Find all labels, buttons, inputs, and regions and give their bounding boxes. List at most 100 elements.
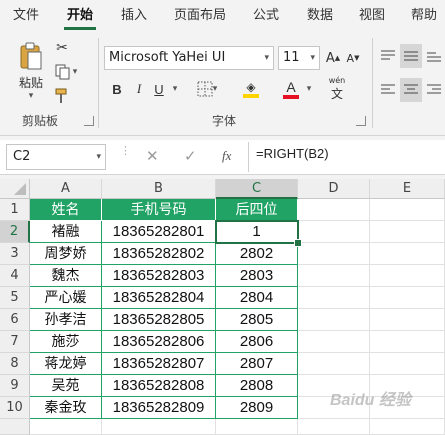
cell-d2[interactable] xyxy=(298,221,370,243)
name-box[interactable]: C2 ▾ xyxy=(6,144,106,170)
cancel-icon[interactable]: ✕ xyxy=(146,147,159,165)
table-cell[interactable]: 周梦娇 xyxy=(30,243,102,265)
table-cell[interactable]: 18365282804 xyxy=(102,287,216,309)
table-cell[interactable]: 2803 xyxy=(216,265,298,287)
chevron-down-icon[interactable]: ▾ xyxy=(170,78,180,100)
tab-page-layout[interactable]: 页面布局 xyxy=(164,0,236,32)
table-cell[interactable]: 18365282806 xyxy=(102,331,216,353)
increase-font-icon[interactable]: A ▲ xyxy=(324,46,342,70)
row-header-7[interactable]: 7 xyxy=(0,331,30,353)
cell-e4[interactable] xyxy=(370,265,445,287)
copy-icon[interactable]: ▾ xyxy=(52,62,80,82)
table-cell[interactable]: 18365282805 xyxy=(102,309,216,331)
row-header-4[interactable]: 4 xyxy=(0,265,30,287)
header-cell-name[interactable]: 姓名 xyxy=(30,199,102,221)
table-cell[interactable]: 18365282802 xyxy=(102,243,216,265)
cell-e6[interactable] xyxy=(370,309,445,331)
select-all-corner[interactable] xyxy=(0,179,30,199)
table-cell[interactable]: 施莎 xyxy=(30,331,102,353)
underline-button[interactable]: U xyxy=(150,78,168,100)
align-top-icon[interactable] xyxy=(378,46,398,66)
cell-e7[interactable] xyxy=(370,331,445,353)
fill-handle[interactable] xyxy=(294,239,302,247)
column-header-e[interactable]: E xyxy=(370,179,445,199)
column-header-a[interactable]: A xyxy=(30,179,102,199)
tab-file[interactable]: 文件 xyxy=(4,0,48,32)
table-cell[interactable]: 吴苑 xyxy=(30,375,102,397)
column-header-c[interactable]: C xyxy=(216,179,298,199)
enter-icon[interactable]: ✓ xyxy=(184,147,197,165)
cell-a11[interactable] xyxy=(30,419,102,435)
paste-button[interactable]: 粘贴 ▾ xyxy=(14,40,48,102)
row-header-6[interactable]: 6 xyxy=(0,309,30,331)
table-cell[interactable]: 秦金玫 xyxy=(30,397,102,419)
italic-button[interactable]: I xyxy=(130,78,148,100)
table-cell[interactable]: 2809 xyxy=(216,397,298,419)
row-header-10[interactable]: 10 xyxy=(0,397,30,419)
cell-d3[interactable] xyxy=(298,243,370,265)
row-header-11[interactable] xyxy=(0,419,30,435)
font-color-icon[interactable]: A xyxy=(280,76,302,102)
align-bottom-icon[interactable] xyxy=(424,46,444,66)
font-name-select[interactable]: Microsoft YaHei UI ▾ xyxy=(104,46,274,70)
chevron-down-icon[interactable]: ▾ xyxy=(304,78,314,100)
table-cell[interactable]: 魏杰 xyxy=(30,265,102,287)
tab-insert[interactable]: 插入 xyxy=(112,0,156,32)
align-left-icon[interactable] xyxy=(378,80,398,100)
table-cell[interactable]: 18365282801 xyxy=(102,221,216,243)
table-cell[interactable]: 18365282808 xyxy=(102,375,216,397)
insert-function-icon[interactable]: fx xyxy=(222,148,231,164)
cell-b11[interactable] xyxy=(102,419,216,435)
tab-view[interactable]: 视图 xyxy=(350,0,394,32)
formula-input[interactable]: =RIGHT(B2) xyxy=(256,146,329,161)
phonetic-icon[interactable]: wén 文 xyxy=(324,76,350,102)
borders-icon[interactable]: ▾ xyxy=(194,78,220,100)
row-header-9[interactable]: 9 xyxy=(0,375,30,397)
clipboard-launcher-icon[interactable] xyxy=(84,116,94,126)
tab-help[interactable]: 帮助 xyxy=(402,0,445,32)
row-header-8[interactable]: 8 xyxy=(0,353,30,375)
header-cell-last-four[interactable]: 后四位 xyxy=(216,199,298,221)
align-center-icon[interactable] xyxy=(400,78,422,102)
table-cell[interactable]: 2802 xyxy=(216,243,298,265)
row-header-1[interactable]: 1 xyxy=(0,199,30,221)
font-launcher-icon[interactable] xyxy=(356,116,366,126)
tab-home[interactable]: 开始 xyxy=(58,0,102,32)
cell-d7[interactable] xyxy=(298,331,370,353)
cell-e3[interactable] xyxy=(370,243,445,265)
align-middle-icon[interactable] xyxy=(400,44,422,68)
cell-c11[interactable] xyxy=(216,419,298,435)
cell-d5[interactable] xyxy=(298,287,370,309)
cell-d8[interactable] xyxy=(298,353,370,375)
cell-e1[interactable] xyxy=(370,199,445,221)
bold-button[interactable]: B xyxy=(108,78,126,100)
format-painter-icon[interactable] xyxy=(52,86,72,106)
tab-formulas[interactable]: 公式 xyxy=(244,0,288,32)
table-cell[interactable]: 褚融 xyxy=(30,221,102,243)
cell-d6[interactable] xyxy=(298,309,370,331)
fill-color-icon[interactable]: ◈ xyxy=(238,76,264,102)
header-cell-phone[interactable]: 手机号码 xyxy=(102,199,216,221)
table-cell[interactable]: 1 xyxy=(216,221,298,243)
align-right-icon[interactable] xyxy=(424,80,444,100)
table-cell[interactable]: 2808 xyxy=(216,375,298,397)
cell-d1[interactable] xyxy=(298,199,370,221)
cell-d4[interactable] xyxy=(298,265,370,287)
row-header-2[interactable]: 2 xyxy=(0,221,30,243)
column-header-b[interactable]: B xyxy=(102,179,216,199)
row-header-3[interactable]: 3 xyxy=(0,243,30,265)
table-cell[interactable]: 18365282803 xyxy=(102,265,216,287)
decrease-font-icon[interactable]: A ▼ xyxy=(344,46,362,70)
cell-e2[interactable] xyxy=(370,221,445,243)
table-cell[interactable]: 2805 xyxy=(216,309,298,331)
table-cell[interactable]: 18365282809 xyxy=(102,397,216,419)
table-cell[interactable]: 18365282807 xyxy=(102,353,216,375)
tab-data[interactable]: 数据 xyxy=(298,0,342,32)
row-header-5[interactable]: 5 xyxy=(0,287,30,309)
table-cell[interactable]: 蒋龙婷 xyxy=(30,353,102,375)
table-cell[interactable]: 2804 xyxy=(216,287,298,309)
cell-e8[interactable] xyxy=(370,353,445,375)
cut-icon[interactable]: ✂ xyxy=(52,38,72,58)
cell-e11[interactable] xyxy=(370,419,445,435)
column-header-d[interactable]: D xyxy=(298,179,370,199)
